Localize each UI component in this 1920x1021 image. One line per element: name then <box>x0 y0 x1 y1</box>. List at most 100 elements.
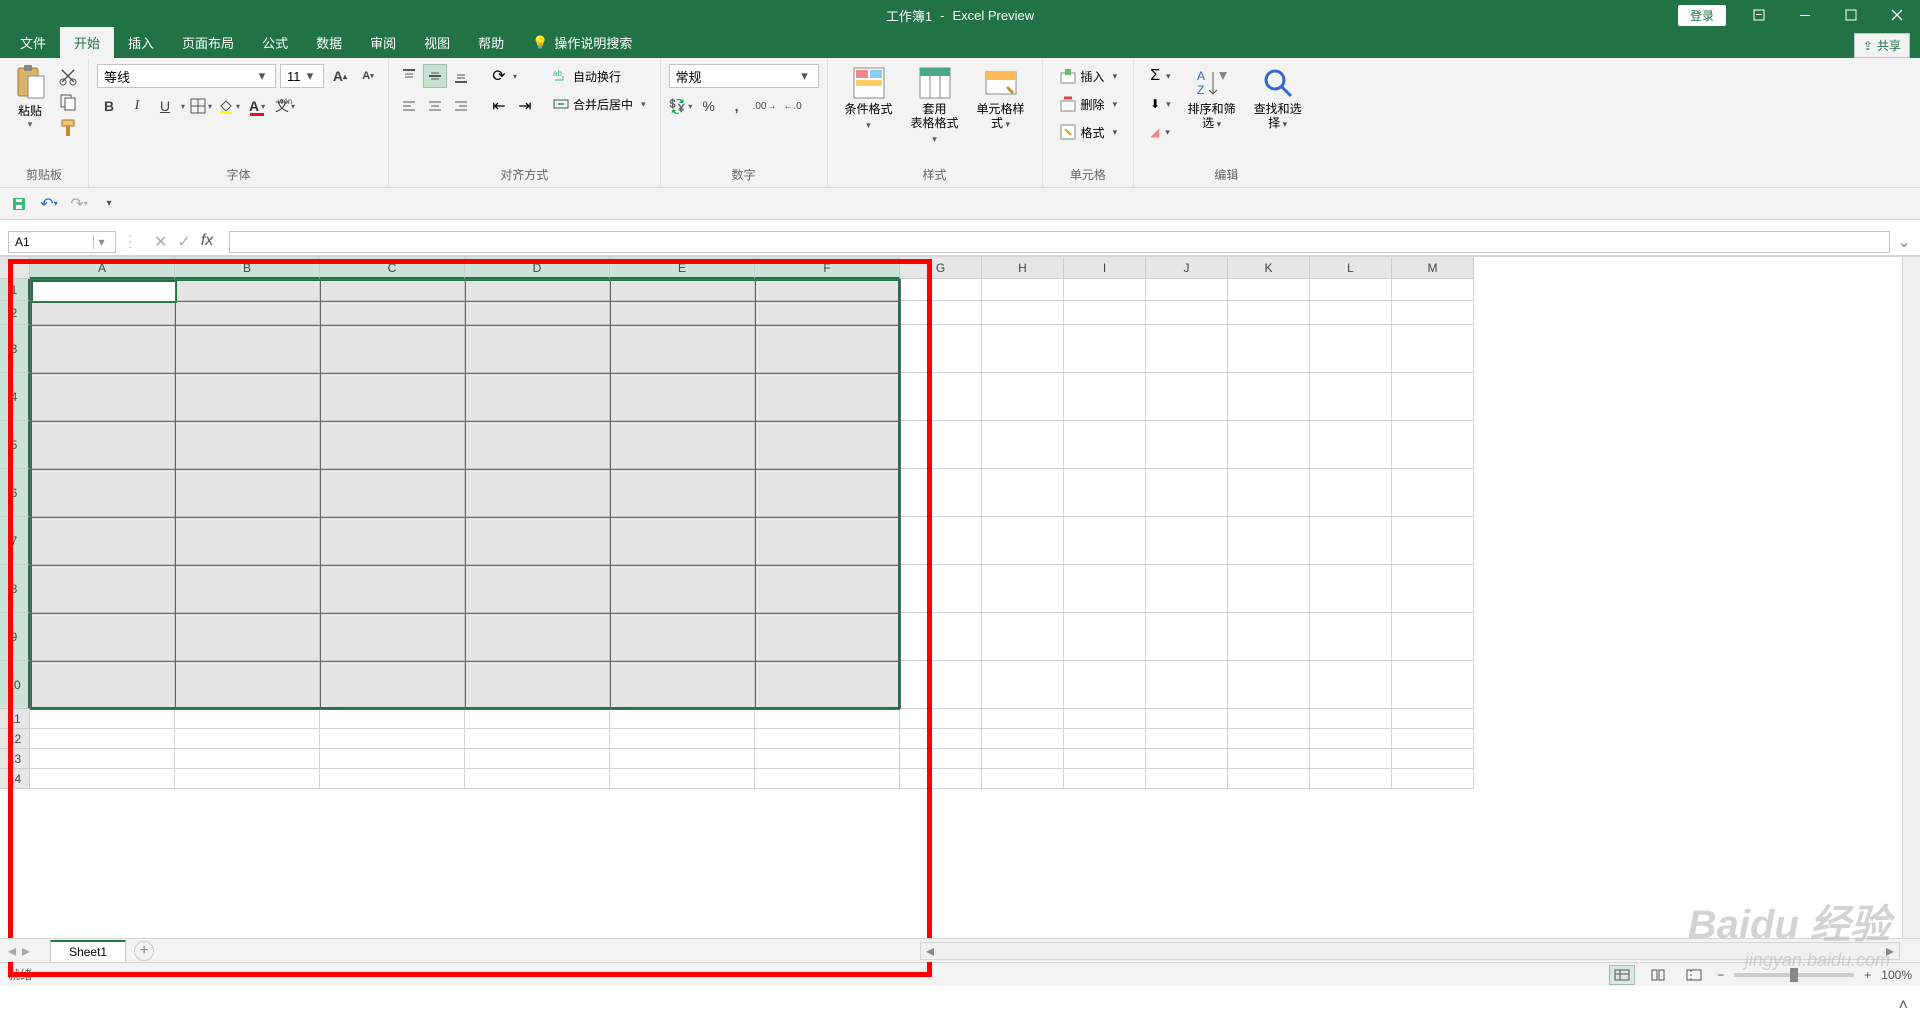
borders-button[interactable] <box>189 94 213 118</box>
cell[interactable] <box>320 749 465 769</box>
comma-button[interactable]: , <box>725 94 749 118</box>
sheet-tab-1[interactable]: Sheet1 <box>50 940 126 962</box>
cell[interactable] <box>1228 469 1310 517</box>
row-header[interactable]: 14 <box>0 769 30 789</box>
cell[interactable] <box>610 729 755 749</box>
share-button[interactable]: ⇪ 共享 <box>1854 33 1910 58</box>
column-header[interactable]: F <box>755 257 900 279</box>
ribbon-options-button[interactable] <box>1736 0 1782 30</box>
fx-button[interactable]: fx <box>201 232 213 252</box>
delete-cells-button[interactable]: 删除 ▾ <box>1055 92 1122 116</box>
cancel-formula-button[interactable]: ✕ <box>154 232 167 252</box>
bold-button[interactable]: B <box>97 94 121 118</box>
cell[interactable] <box>1392 301 1474 325</box>
format-painter-icon[interactable] <box>58 118 78 138</box>
copy-icon[interactable] <box>58 92 78 112</box>
minimize-button[interactable] <box>1782 0 1828 30</box>
cell[interactable] <box>1228 729 1310 749</box>
add-sheet-button[interactable]: + <box>134 941 154 961</box>
cell[interactable] <box>175 749 320 769</box>
cell[interactable] <box>1392 749 1474 769</box>
cell[interactable] <box>1392 729 1474 749</box>
name-box[interactable]: A1 ▾ <box>8 231 116 253</box>
tab-home[interactable]: 开始 <box>60 27 114 58</box>
row-header[interactable]: 7 <box>0 517 30 565</box>
cell[interactable] <box>900 661 982 709</box>
cell[interactable] <box>900 279 982 301</box>
find-select-button[interactable]: 查找和选择 <box>1245 62 1311 135</box>
cell[interactable] <box>900 565 982 613</box>
column-headers[interactable]: ABCDEFGHIJKLM <box>30 257 1474 279</box>
cell[interactable] <box>1146 373 1228 421</box>
column-header[interactable]: M <box>1392 257 1474 279</box>
cell[interactable] <box>1228 279 1310 301</box>
cell[interactable] <box>1228 421 1310 469</box>
autosum-button[interactable]: Σ▾ <box>1146 64 1175 88</box>
fill-button[interactable]: ⬇▾ <box>1146 92 1175 116</box>
column-header[interactable]: H <box>982 257 1064 279</box>
column-header[interactable]: A <box>30 257 175 279</box>
tab-view[interactable]: 视图 <box>410 27 464 58</box>
merge-center-button[interactable]: 合并后居中 ▾ <box>547 92 652 116</box>
cell[interactable] <box>175 729 320 749</box>
cell[interactable] <box>1392 517 1474 565</box>
formula-input[interactable] <box>229 231 1890 253</box>
cell[interactable] <box>1146 421 1228 469</box>
cell[interactable] <box>1228 517 1310 565</box>
cell[interactable] <box>30 769 175 789</box>
cell[interactable] <box>465 729 610 749</box>
cell[interactable] <box>1064 729 1146 749</box>
cell[interactable] <box>465 769 610 789</box>
decrease-decimal-button[interactable]: ←.0 <box>781 94 805 118</box>
cell[interactable] <box>1392 421 1474 469</box>
cell[interactable] <box>1310 709 1392 729</box>
cut-icon[interactable] <box>58 66 78 86</box>
cell[interactable] <box>320 709 465 729</box>
cell[interactable] <box>982 709 1064 729</box>
cell[interactable] <box>1146 613 1228 661</box>
phonetic-button[interactable]: wén文 <box>273 94 297 118</box>
cell[interactable] <box>900 749 982 769</box>
cell[interactable] <box>1228 373 1310 421</box>
cell[interactable] <box>982 469 1064 517</box>
cell[interactable] <box>320 769 465 789</box>
cell[interactable] <box>900 373 982 421</box>
tab-file[interactable]: 文件 <box>6 27 60 58</box>
orientation-button[interactable]: ⟳ <box>487 64 511 88</box>
cell[interactable] <box>1310 729 1392 749</box>
cell[interactable] <box>982 421 1064 469</box>
cell[interactable] <box>610 709 755 729</box>
insert-cells-button[interactable]: 插入 ▾ <box>1055 64 1122 88</box>
save-button[interactable] <box>8 193 30 215</box>
cell[interactable] <box>1228 661 1310 709</box>
tab-review[interactable]: 审阅 <box>356 27 410 58</box>
page-layout-view-button[interactable] <box>1645 965 1671 985</box>
cell[interactable] <box>982 565 1064 613</box>
maximize-button[interactable] <box>1828 0 1874 30</box>
row-header[interactable]: 6 <box>0 469 30 517</box>
page-break-view-button[interactable] <box>1681 965 1707 985</box>
align-bottom-button[interactable] <box>449 64 473 88</box>
cell[interactable] <box>900 769 982 789</box>
normal-view-button[interactable] <box>1609 965 1635 985</box>
cell[interactable] <box>30 749 175 769</box>
cell[interactable] <box>1310 565 1392 613</box>
font-color-button[interactable]: A <box>245 94 269 118</box>
collapse-ribbon-button[interactable]: ˄ <box>1899 997 1908 1015</box>
cell[interactable] <box>1064 325 1146 373</box>
cell[interactable] <box>1228 325 1310 373</box>
cell[interactable] <box>1146 469 1228 517</box>
cell[interactable] <box>1392 469 1474 517</box>
scroll-right-button[interactable]: ▸ <box>1881 941 1899 961</box>
cell[interactable] <box>1392 613 1474 661</box>
expand-formula-bar-button[interactable]: ⌄ <box>1896 232 1912 252</box>
cell[interactable] <box>982 301 1064 325</box>
cell[interactable] <box>1146 565 1228 613</box>
paste-button[interactable]: 粘贴 ▾ <box>8 62 52 132</box>
tab-data[interactable]: 数据 <box>302 27 356 58</box>
cell[interactable] <box>1146 749 1228 769</box>
cell[interactable] <box>755 769 900 789</box>
cell[interactable] <box>1064 709 1146 729</box>
cell[interactable] <box>982 279 1064 301</box>
row-header[interactable]: 8 <box>0 565 30 613</box>
